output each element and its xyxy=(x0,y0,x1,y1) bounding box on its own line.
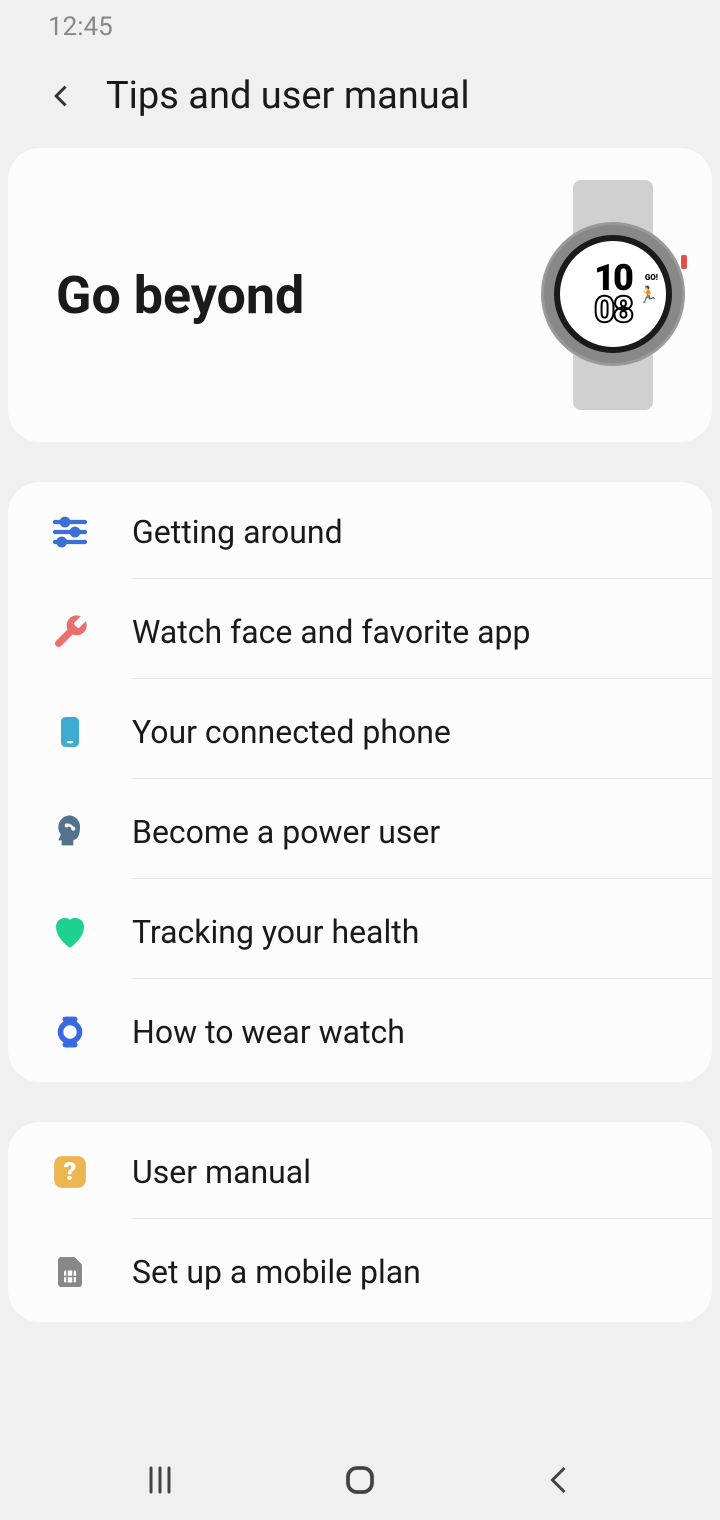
page-header: Tips and user manual xyxy=(0,54,720,148)
list-item-label: Set up a mobile plan xyxy=(132,1253,672,1291)
nav-back-icon[interactable] xyxy=(542,1462,578,1498)
list-item-getting-around[interactable]: Getting around xyxy=(8,482,712,582)
status-bar: 12:45 xyxy=(0,0,720,54)
watch-image: 10 08 GO! 🏃 xyxy=(538,180,688,410)
page-title: Tips and user manual xyxy=(106,74,470,118)
list-item-mobile-plan[interactable]: Set up a mobile plan xyxy=(8,1222,712,1322)
wrench-icon xyxy=(48,610,92,654)
svg-text:?: ? xyxy=(64,1158,77,1187)
list-item-label: Become a power user xyxy=(132,813,672,851)
list-item-connected-phone[interactable]: Your connected phone xyxy=(8,682,712,782)
tips-list-card: Getting around Watch face and favorite a… xyxy=(8,482,712,1082)
list-item-label: Watch face and favorite app xyxy=(132,613,672,651)
watch-icon xyxy=(48,1010,92,1054)
hero-card[interactable]: Go beyond 10 08 GO! 🏃 xyxy=(8,148,712,442)
list-item-user-manual[interactable]: ? User manual xyxy=(8,1122,712,1222)
sim-icon xyxy=(48,1250,92,1294)
list-item-label: User manual xyxy=(132,1153,672,1191)
navigation-bar xyxy=(0,1440,720,1520)
recents-icon[interactable] xyxy=(142,1462,178,1498)
sliders-icon xyxy=(48,510,92,554)
list-item-label: How to wear watch xyxy=(132,1013,672,1051)
list-item-label: Tracking your health xyxy=(132,913,672,951)
home-icon[interactable] xyxy=(342,1462,378,1498)
list-item-watch-face[interactable]: Watch face and favorite app xyxy=(8,582,712,682)
hero-title: Go beyond xyxy=(56,265,304,326)
list-item-power-user[interactable]: Become a power user xyxy=(8,782,712,882)
status-time: 12:45 xyxy=(48,12,113,42)
list-item-wear-watch[interactable]: How to wear watch xyxy=(8,982,712,1082)
phone-icon xyxy=(48,710,92,754)
back-icon[interactable] xyxy=(48,82,76,110)
list-item-label: Getting around xyxy=(132,513,672,551)
manual-list-card: ? User manual Set up a mobile plan xyxy=(8,1122,712,1322)
help-icon: ? xyxy=(48,1150,92,1194)
heart-icon xyxy=(48,910,92,954)
list-item-health[interactable]: Tracking your health xyxy=(8,882,712,982)
list-item-label: Your connected phone xyxy=(132,713,672,751)
head-icon xyxy=(48,810,92,854)
